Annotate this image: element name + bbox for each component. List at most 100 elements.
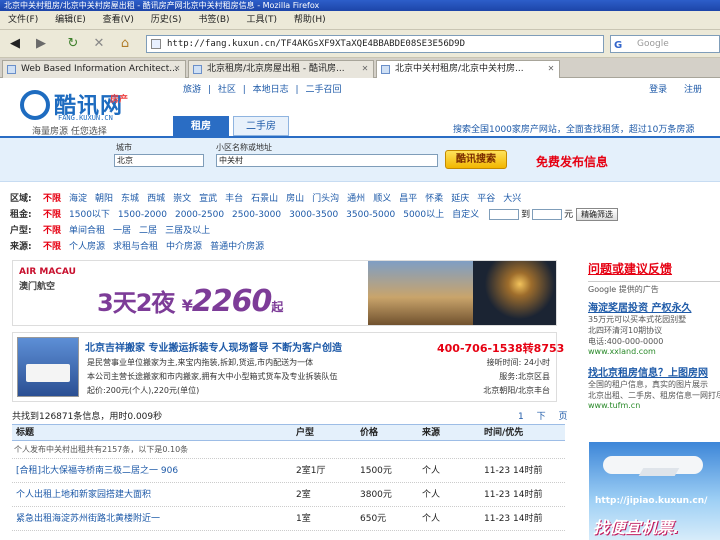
- site-logo[interactable]: 酷讯网 房产 FANG.KUXUN.CN 海量房源 任您选择: [18, 86, 148, 137]
- filter-option[interactable]: 2500-3000: [232, 210, 281, 220]
- filter-option[interactable]: 朝阳: [95, 194, 113, 204]
- listing-layout: 2室: [296, 490, 311, 500]
- filter-option[interactable]: 个人房源: [69, 242, 105, 252]
- menu-view[interactable]: 查看(V): [103, 15, 134, 25]
- filter-option[interactable]: 不限: [43, 194, 61, 204]
- back-icon[interactable]: ◀: [4, 35, 26, 53]
- top-nav-local[interactable]: 本地日志: [253, 85, 289, 95]
- account-links: 登录 注册: [635, 82, 702, 95]
- air-macau-banner[interactable]: AIR MACAU 澳门航空 3天2夜 ¥2260起: [12, 260, 557, 326]
- free-post-link[interactable]: 免费发布信息: [536, 153, 608, 170]
- filter-option[interactable]: 不限: [43, 242, 61, 252]
- rent-min-input[interactable]: [489, 209, 520, 220]
- menu-bookmarks[interactable]: 书签(B): [198, 15, 229, 25]
- filter-option[interactable]: 二居: [139, 226, 157, 236]
- filter-option[interactable]: 1500以下: [69, 210, 110, 220]
- top-nav-secondhand[interactable]: 二手召回: [305, 85, 341, 95]
- filter-apply-button[interactable]: 精确筛选: [576, 208, 619, 221]
- table-row[interactable]: 个人出租上地和新家园搭建大面积 2室 3800元 个人 11-23 14时前: [12, 483, 565, 507]
- page-icon: [193, 65, 202, 74]
- flight-ad[interactable]: http://jipiao.kuxun.cn/ 找便宜机票.: [589, 442, 720, 540]
- filter-option[interactable]: 5000以上: [403, 210, 444, 220]
- filter-option[interactable]: 平谷: [477, 194, 495, 204]
- home-icon[interactable]: ⌂: [116, 35, 134, 53]
- tab-secondhand[interactable]: 二手房: [233, 116, 289, 136]
- menu-tools[interactable]: 工具(T): [246, 15, 277, 25]
- filter-option[interactable]: 1500-2000: [118, 210, 167, 220]
- moving-company-ad[interactable]: 北京吉祥搬家 专业搬运拆装专人现场督导 不断为客户创造 400-706-1538…: [12, 332, 564, 402]
- site-tagline: 搜索全国1000家房产网站，全面查找租赁，超过10万条房源: [453, 125, 695, 135]
- filter-option[interactable]: 东城: [121, 194, 139, 204]
- filter-option[interactable]: 不限: [43, 226, 61, 236]
- filter-option[interactable]: 中介房源: [166, 242, 202, 252]
- menu-edit[interactable]: 编辑(E): [55, 15, 86, 25]
- tab-zhongguancun-rent[interactable]: 北京中关村租房/北京中关村房... ✕: [376, 60, 560, 78]
- filter-option[interactable]: 昌平: [399, 194, 417, 204]
- city-field[interactable]: 北京: [114, 154, 204, 167]
- register-link[interactable]: 注册: [684, 85, 702, 95]
- forward-icon[interactable]: ▶: [30, 35, 52, 53]
- filter-option[interactable]: 西城: [147, 194, 165, 204]
- filter-option[interactable]: 大兴: [503, 194, 521, 204]
- tab-web-based[interactable]: Web Based Information Architect... ✕: [2, 60, 186, 78]
- filter-option[interactable]: 三居及以上: [165, 226, 210, 236]
- close-icon[interactable]: ✕: [172, 64, 182, 74]
- filter-option[interactable]: 崇文: [173, 194, 191, 204]
- filter-option[interactable]: 丰台: [225, 194, 243, 204]
- listing-title[interactable]: 个人出租上地和新家园搭建大面积: [16, 483, 151, 507]
- listing-title[interactable]: 紧急出租海淀苏州街路北黄楼附近一: [16, 507, 160, 531]
- table-row[interactable]: [合租]北大保福寺桥南三极二居之一 906 2室1厅 1500元 个人 11-2…: [12, 459, 565, 483]
- tab-beijing-rent[interactable]: 北京租房/北京房屋出租 - 酷讯房... ✕: [188, 60, 374, 78]
- top-nav-travel[interactable]: 旅游: [183, 85, 201, 95]
- column-header: 时间/优先: [484, 428, 524, 438]
- sidebar-ad-url[interactable]: www.xxland.com: [588, 347, 720, 356]
- filter-option[interactable]: 海淀: [69, 194, 87, 204]
- menu-history[interactable]: 历史(S): [151, 15, 182, 25]
- top-nav: 旅游 | 社区 | 本地日志 | 二手召回: [183, 82, 345, 95]
- filter-option[interactable]: 延庆: [451, 194, 469, 204]
- login-link[interactable]: 登录: [649, 85, 667, 95]
- ad-links[interactable]: 北京朝阳/北京丰台: [483, 385, 550, 396]
- close-icon[interactable]: ✕: [360, 64, 370, 74]
- filter-option[interactable]: 一居: [113, 226, 131, 236]
- filter-option[interactable]: 门头沟: [312, 194, 339, 204]
- filter-option[interactable]: 不限: [43, 210, 61, 220]
- menu-file[interactable]: 文件(F): [8, 15, 38, 25]
- filter-option[interactable]: 普通中介房源: [210, 242, 264, 252]
- sidebar-ad-text: 北京出租、二手房、租房信息一网打尽: [588, 391, 720, 400]
- tab-rent[interactable]: 租房: [173, 116, 229, 136]
- filter-option[interactable]: 石景山: [251, 194, 278, 204]
- filter-option[interactable]: 房山: [286, 194, 304, 204]
- menu-help[interactable]: 帮助(H): [294, 15, 326, 25]
- search-button[interactable]: 酷讯搜索: [445, 150, 507, 169]
- deal-from: 起: [271, 300, 283, 314]
- filter-option[interactable]: 单间合租: [69, 226, 105, 236]
- reload-icon[interactable]: ↻: [64, 35, 82, 53]
- sidebar-ad-title[interactable]: 海淀奖居投资 产权永久: [588, 299, 720, 314]
- filter-option[interactable]: 求租与合租: [113, 242, 158, 252]
- table-row[interactable]: 紧急出租海淀苏州街路北黄楼附近一 1室 650元 个人 11-23 14时前: [12, 507, 565, 531]
- next-page-link[interactable]: 下: [537, 412, 546, 422]
- url-bar[interactable]: http://fang.kuxun.cn/TF4AKGsXF9XTaXQE4BB…: [146, 35, 604, 53]
- ad-title[interactable]: 北京吉祥搬家 专业搬运拆装专人现场督导 不断为客户创造: [85, 339, 342, 354]
- stop-icon[interactable]: ✕: [90, 35, 108, 53]
- rent-max-input[interactable]: [532, 209, 563, 220]
- filter-option[interactable]: 自定义: [452, 210, 479, 220]
- area-field[interactable]: 中关村: [216, 154, 438, 167]
- filter-option[interactable]: 2000-2500: [175, 210, 224, 220]
- sidebar-ad-url[interactable]: www.tufm.cn: [588, 401, 720, 410]
- filter-option[interactable]: 3500-5000: [346, 210, 395, 220]
- close-icon[interactable]: ✕: [546, 64, 556, 74]
- filter-option[interactable]: 顺义: [373, 194, 391, 204]
- filter-option[interactable]: 3000-3500: [289, 210, 338, 220]
- filter-option[interactable]: 宣武: [199, 194, 217, 204]
- feedback-link[interactable]: 问题或建议反馈: [588, 260, 720, 277]
- ad-line: 起价:200元(个人),220元(单位): [87, 386, 200, 395]
- filter-option[interactable]: 怀柔: [425, 194, 443, 204]
- search-input[interactable]: G Google: [610, 35, 720, 53]
- top-nav-community[interactable]: 社区: [218, 85, 236, 95]
- sidebar-ad-title[interactable]: 找北京租房信息？上图房网: [588, 364, 720, 379]
- listing-title[interactable]: [合租]北大保福寺桥南三极二居之一 906: [16, 459, 178, 483]
- filter-option[interactable]: 通州: [347, 194, 365, 204]
- column-header: 价格: [360, 428, 379, 438]
